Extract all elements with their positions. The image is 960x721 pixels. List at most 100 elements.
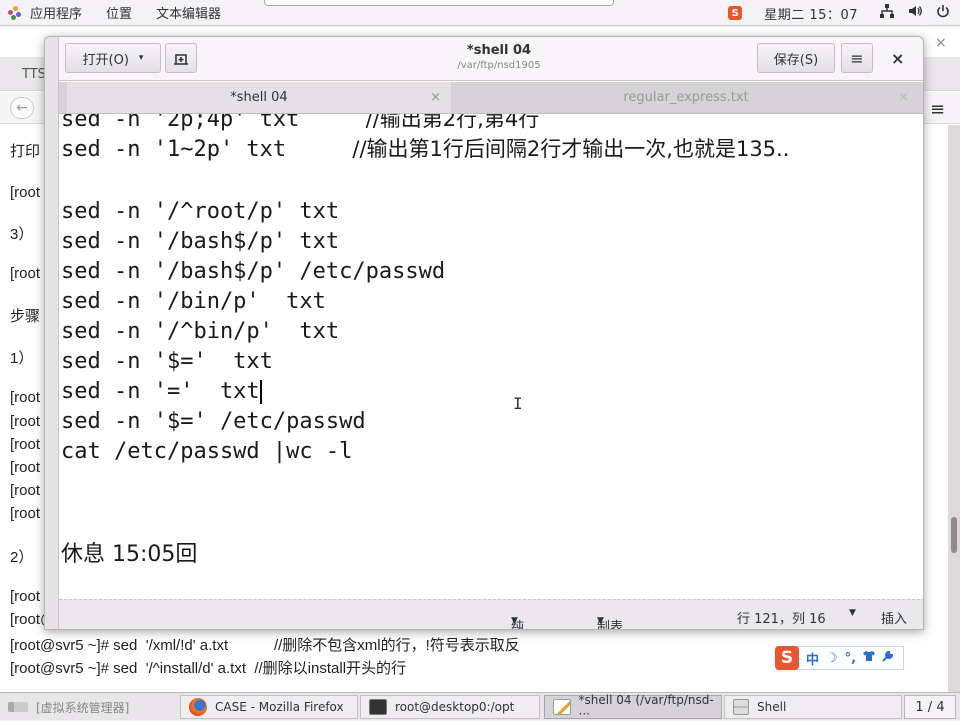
code-line: sed -n '$=' txt <box>61 349 273 374</box>
open-button[interactable]: 打开(O) ▾ <box>65 43 161 73</box>
punctuation-icon[interactable]: °, <box>845 651 856 666</box>
task-gedit[interactable]: *shell 04 (/var/ftp/nsd-··· <box>544 693 722 721</box>
menu-text-editor[interactable]: 文本编辑器 <box>156 3 221 22</box>
doc-line: [root <box>10 482 41 499</box>
applications-icon <box>8 5 22 20</box>
break-note: 休息 15:05回 <box>61 542 198 567</box>
task-shell-folder[interactable]: Shell <box>724 695 902 719</box>
task-label: *shell 04 (/var/ftp/nsd-··· <box>578 693 714 721</box>
firefox-scrollbar[interactable] <box>948 125 960 692</box>
statusbar: 纯文本 ▼ 制表符宽度：8 ▼ 行 121，列 16 ▼ 插入 <box>59 599 923 629</box>
save-button[interactable]: 保存(S) <box>757 43 835 73</box>
doc-line: 步骤 <box>10 308 41 325</box>
tab-regular-express[interactable]: regular_express.txt × <box>453 82 919 113</box>
doc-line: 1） <box>10 350 34 367</box>
doc-line: [root <box>10 436 41 453</box>
hamburger-menu-button[interactable]: ≡ <box>841 43 873 73</box>
insert-mode[interactable]: 插入 <box>881 608 907 627</box>
chinese-mode-icon[interactable]: 中 <box>806 649 819 668</box>
firefox-menu-icon[interactable]: ≡ <box>930 99 945 120</box>
code-text: sed -n '=' txt <box>61 379 260 404</box>
firefox-scrollbar-thumb[interactable] <box>951 517 957 553</box>
chevron-down-icon: ▼ <box>597 616 604 626</box>
wrench-icon[interactable] <box>882 650 894 666</box>
tab-close-icon[interactable]: × <box>898 90 909 105</box>
sogou-ime-toolbar[interactable]: S 中 ☽ °, <box>775 646 904 670</box>
window-title: *shell 04 /var/ftp/nsd1905 <box>399 43 599 71</box>
doc-line: [root <box>10 505 41 522</box>
tab-label: regular_express.txt <box>623 90 749 105</box>
cursor-position: 行 121，列 16 <box>737 612 826 627</box>
code-line: cat /etc/passwd |wc -l <box>61 439 353 464</box>
chevron-down-icon: ▼ <box>511 616 518 626</box>
power-icon[interactable] <box>936 4 950 22</box>
task-label: CASE - Mozilla Firefox <box>215 700 344 714</box>
text-editor-area[interactable]: sed -n '2p;4p' txt //输出第2行,第4行 sed -n '1… <box>59 114 923 599</box>
code-line: sed -n '1~2p' txt //输出第1行后间隔2行才输出一次,也就是1… <box>61 134 789 165</box>
new-document-button[interactable] <box>165 43 197 73</box>
doc-line: 3） <box>10 226 34 243</box>
tab-close-icon[interactable]: × <box>430 90 441 105</box>
window-edge <box>45 37 59 629</box>
open-label: 打开(O) <box>82 52 129 68</box>
ibeam-cursor-icon: I <box>513 394 523 413</box>
skin-shirt-icon[interactable] <box>863 650 876 666</box>
sogou-logo-icon[interactable]: S <box>775 646 799 670</box>
back-button[interactable]: ← <box>10 97 34 119</box>
doc-line: [root <box>10 389 41 406</box>
close-window-icon[interactable]: × <box>891 49 904 68</box>
code-comment: //输出第2行,第4行 <box>365 114 540 131</box>
code-comment: //输出第1行后间隔2行才输出一次,也就是135.. <box>352 137 790 161</box>
code-line: sed -n '$=' /etc/passwd <box>61 409 366 434</box>
doc-line: [root <box>10 265 41 282</box>
code-text: sed -n '1~2p' txt <box>61 137 353 162</box>
code-line: sed -n '/^root/p' txt <box>61 199 340 224</box>
text-cursor <box>259 380 262 404</box>
task-firefox[interactable]: CASE - Mozilla Firefox <box>180 695 358 719</box>
document-path: /var/ftp/nsd1905 <box>457 60 541 71</box>
network-icon[interactable] <box>880 4 894 22</box>
volume-icon[interactable] <box>908 4 922 22</box>
firefox-tab-tts[interactable]: TTS <box>22 67 46 82</box>
doc-line: [root <box>10 413 41 430</box>
document-title: *shell 04 <box>466 43 532 58</box>
code-text: sed -n '2p;4p' txt <box>61 114 366 132</box>
menu-places[interactable]: 位置 <box>106 3 132 22</box>
gedit-window: 打开(O) ▾ *shell 04 /var/ftp/nsd1905 保存(S)… <box>44 36 924 630</box>
text-editor-icon <box>553 699 571 715</box>
doc-line: 打印 <box>10 143 41 160</box>
doc-line: [root@svr5 ~]# sed '/xml/!d' a.txt //删除不… <box>10 637 520 654</box>
doc-line: [root <box>10 588 41 605</box>
half-width-moon-icon[interactable]: ☽ <box>826 651 838 666</box>
code-line: sed -n '=' txt <box>61 377 262 407</box>
doc-line: [root <box>10 184 41 201</box>
task-terminal[interactable]: root@desktop0:/opt <box>360 695 540 719</box>
chevron-down-icon: ▾ <box>138 53 144 63</box>
doc-line: [root <box>10 459 41 476</box>
sogou-icon[interactable]: S <box>728 6 743 20</box>
task-virt-manager[interactable]: [虚拟系统管理器] <box>0 695 178 719</box>
position-menu-chevron-icon[interactable]: ▼ <box>849 608 856 618</box>
code-line: sed -n '/bash$/p' /etc/passwd <box>61 259 446 284</box>
document-tabs: *shell 04 × regular_express.txt × <box>59 82 923 114</box>
clock[interactable]: 星期二 15：07 <box>764 4 858 23</box>
code-line: sed -n '/bash$/p' txt <box>61 229 340 254</box>
url-bar-edge <box>264 0 614 6</box>
vmm-icon <box>8 702 28 712</box>
file-cabinet-icon <box>733 699 749 715</box>
terminal-icon <box>369 699 387 715</box>
task-label: root@desktop0:/opt <box>395 700 515 714</box>
menu-applications[interactable]: 应用程序 <box>30 3 82 22</box>
workspace-pager[interactable]: 1 / 4 <box>904 695 956 719</box>
new-tab-icon <box>174 54 188 65</box>
firefox-close-icon[interactable]: × <box>935 35 947 51</box>
task-label: [虚拟系统管理器] <box>36 700 130 715</box>
tab-shell-04[interactable]: *shell 04 × <box>67 82 451 113</box>
headerbar: 打开(O) ▾ *shell 04 /var/ftp/nsd1905 保存(S)… <box>59 37 923 81</box>
doc-line: 2） <box>10 549 34 566</box>
doc-line: [root@svr5 ~]# sed '/^install/d' a.txt /… <box>10 660 407 677</box>
task-label: Shell <box>757 700 787 714</box>
firefox-icon <box>189 698 207 716</box>
code-line: sed -n '/^bin/p' txt <box>61 319 340 344</box>
code-line: sed -n '2p;4p' txt //输出第2行,第4行 <box>61 114 539 135</box>
